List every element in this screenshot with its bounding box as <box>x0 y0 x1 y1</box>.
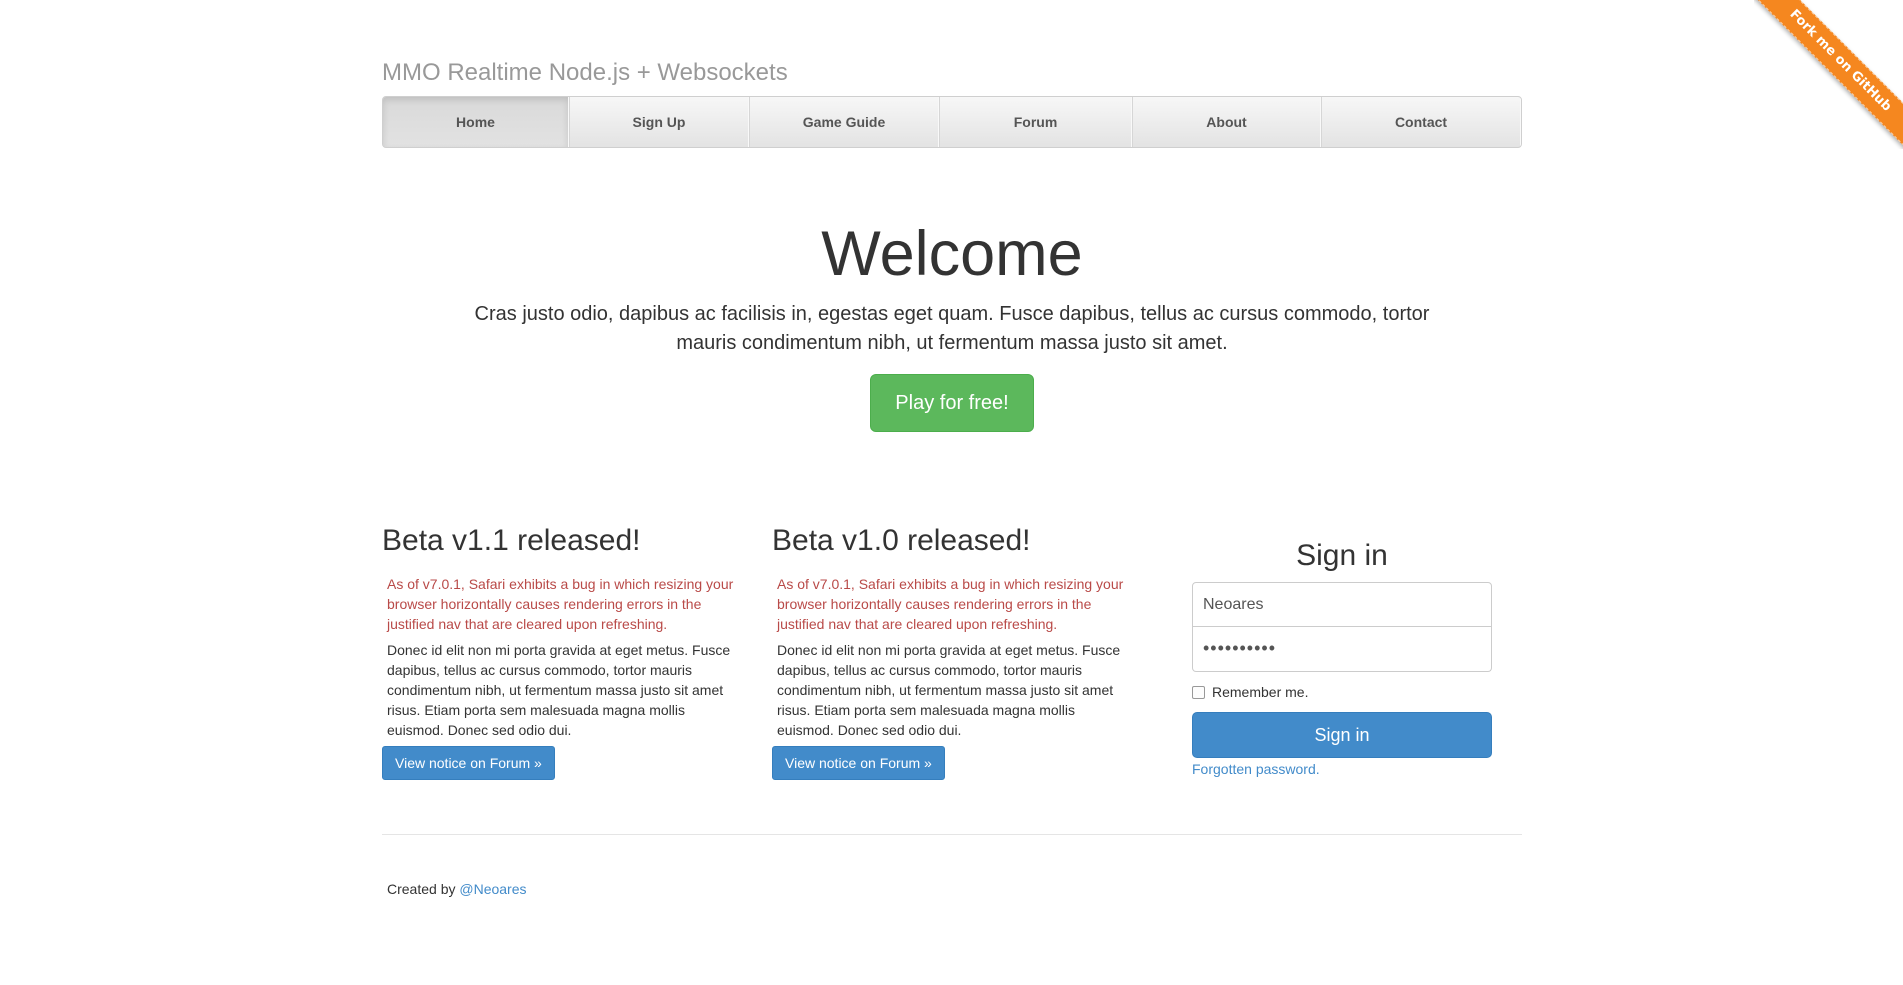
sign-in-button[interactable]: Sign in <box>1192 712 1492 758</box>
news-alert-text: As of v7.0.1, Safari exhibits a bug in w… <box>777 576 1124 632</box>
site-title: MMO Realtime Node.js + Websockets <box>382 59 788 86</box>
view-notice-button[interactable]: View notice on Forum » <box>772 746 945 780</box>
news-title: Beta v1.1 released! <box>382 524 641 557</box>
remember-me-label: Remember me. <box>1212 684 1309 700</box>
remember-me-checkbox[interactable] <box>1192 685 1205 699</box>
fork-me-ribbon[interactable]: Fork me on GitHub <box>1754 0 1903 149</box>
signin-form: Sign in Neoares •••••••••• Remember me. … <box>1192 535 1492 777</box>
news-item: Beta v1.0 released! As of v7.0.1, Safari… <box>772 520 1132 780</box>
news-alert-text: As of v7.0.1, Safari exhibits a bug in w… <box>387 576 734 632</box>
play-for-free-button[interactable]: Play for free! <box>870 374 1034 432</box>
remember-me-row: Remember me. <box>1192 684 1492 700</box>
username-field[interactable]: Neoares <box>1192 582 1492 627</box>
nav-item-forum[interactable]: Forum <box>939 97 1132 147</box>
nav-item-home[interactable]: Home <box>383 97 569 147</box>
news-title: Beta v1.0 released! <box>772 524 1031 557</box>
footer: Created by @Neoares <box>387 881 527 897</box>
nav-item-about[interactable]: About <box>1132 97 1321 147</box>
footer-created-by: Created by <box>387 881 456 897</box>
password-field[interactable]: •••••••••• <box>1192 627 1492 672</box>
footer-divider <box>382 834 1522 835</box>
nav-item-sign-up[interactable]: Sign Up <box>569 97 749 147</box>
main-nav: Home Sign Up Game Guide Forum About Cont… <box>382 96 1522 148</box>
news-item: Beta v1.1 released! As of v7.0.1, Safari… <box>382 520 742 780</box>
hero-text: Cras justo odio, dapibus ac facilisis in… <box>474 303 1430 354</box>
author-link[interactable]: @Neoares <box>459 881 526 897</box>
github-ribbon-container: Fork me on GitHub <box>1754 0 1903 149</box>
hero-title: Welcome <box>821 219 1083 289</box>
view-notice-button[interactable]: View notice on Forum » <box>382 746 555 780</box>
news-body-text: Donec id elit non mi porta gravida at eg… <box>387 642 731 738</box>
signin-title: Sign in <box>1296 539 1388 572</box>
news-body-text: Donec id elit non mi porta gravida at eg… <box>777 642 1121 738</box>
nav-item-game-guide[interactable]: Game Guide <box>749 97 939 147</box>
forgotten-password-link[interactable]: Forgotten password. <box>1192 761 1492 777</box>
nav-item-contact[interactable]: Contact <box>1321 97 1521 147</box>
hero-section: Welcome Cras justo odio, dapibus ac faci… <box>382 210 1522 432</box>
